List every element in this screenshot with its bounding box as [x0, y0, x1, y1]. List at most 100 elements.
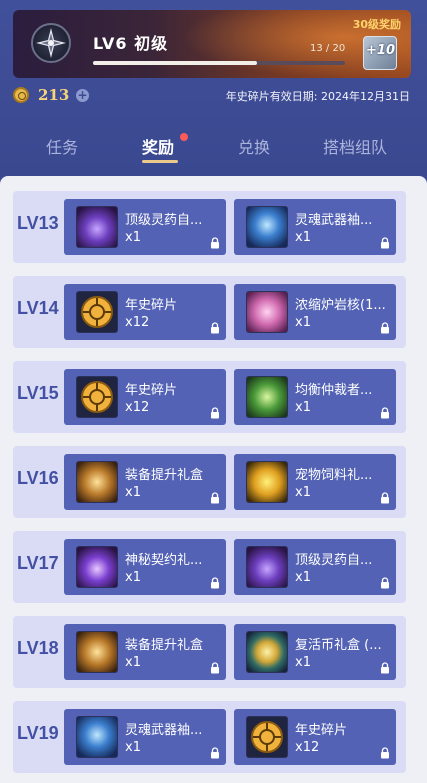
- chronicle-shard-icon: [246, 716, 288, 758]
- gear-box-icon: [76, 631, 118, 673]
- reward-item-name: 复活币礼盒 (...: [295, 638, 382, 653]
- reward-item-card[interactable]: 年史碎片 x12: [64, 369, 226, 425]
- reward-row: LV14 年史碎片 x12 浓缩炉岩核(1... x1: [13, 276, 406, 348]
- reward-item-card[interactable]: 装备提升礼盒 x1: [64, 624, 226, 680]
- lock-icon: [381, 577, 389, 589]
- level-title: LV6 初级: [93, 34, 169, 53]
- soul-orb-icon: [76, 716, 118, 758]
- furnace-core-icon: [246, 291, 288, 333]
- active-tab-indicator: [142, 160, 178, 163]
- level-banner[interactable]: LV6 初级 13 / 20 30级奖励 +10: [13, 10, 411, 78]
- reward-item-card[interactable]: 浓缩炉岩核(1... x1: [234, 284, 396, 340]
- reward-item-quantity: x1: [125, 655, 141, 670]
- reward-row: LV19 灵魂武器袖... x1 年史碎片 x12: [13, 701, 406, 773]
- level-progress-fill: [93, 61, 257, 65]
- reward-item-card[interactable]: 宠物饲料礼... x1: [234, 454, 396, 510]
- elixir-chest-icon: [76, 206, 118, 248]
- reward-row: LV16 装备提升礼盒 x1 宠物饲料礼... x1: [13, 446, 406, 518]
- add-currency-button[interactable]: +: [76, 89, 89, 102]
- reward-item-name: 灵魂武器袖...: [295, 213, 373, 228]
- lock-icon: [211, 237, 219, 249]
- level-label: LV13: [17, 213, 59, 233]
- soul-orb-icon: [246, 206, 288, 248]
- reward-item-card[interactable]: 灵魂武器袖... x1: [64, 709, 226, 765]
- reward-item-quantity: x12: [125, 400, 150, 415]
- level-label: LV16: [17, 468, 59, 488]
- level-label: LV18: [17, 638, 59, 658]
- reward-item-card[interactable]: 年史碎片 x12: [234, 709, 396, 765]
- lock-icon: [211, 577, 219, 589]
- reward-item-name: 年史碎片: [295, 723, 348, 738]
- reward-item-quantity: x1: [295, 570, 311, 585]
- reward-item-quantity: x1: [125, 570, 141, 585]
- reward-list[interactable]: LV13 顶级灵药自... x1 灵魂武器袖... x1 LV14 年史碎片 x12 浓缩炉岩核…: [0, 176, 427, 783]
- revive-coin-icon: [246, 631, 288, 673]
- reward-item-name: 装备提升礼盒: [125, 468, 204, 483]
- reward-item-quantity: x1: [295, 485, 311, 500]
- header-area: LV6 初级 13 / 20 30级奖励 +10 213 + 年史碎片有效日期:…: [0, 0, 427, 176]
- notification-dot: [180, 133, 188, 141]
- reward-item-name: 年史碎片: [125, 383, 178, 398]
- reward-item-quantity: x1: [125, 740, 141, 755]
- tab-tasks[interactable]: 任务: [46, 134, 78, 158]
- reward-item-card[interactable]: 装备提升礼盒 x1: [64, 454, 226, 510]
- chronicle-shard-icon: [76, 291, 118, 333]
- compass-emblem-icon: [31, 23, 71, 63]
- reward-item-quantity: x1: [125, 230, 141, 245]
- reward-row: LV13 顶级灵药自... x1 灵魂武器袖... x1: [13, 191, 406, 263]
- reward-item-card[interactable]: 顶级灵药自... x1: [234, 539, 396, 595]
- lock-icon: [211, 662, 219, 674]
- tab-partner-team[interactable]: 搭档组队: [323, 134, 387, 158]
- expiry-notice: 年史碎片有效日期: 2024年12月31日: [225, 90, 410, 103]
- reward-item-name: 宠物饲料礼...: [295, 468, 373, 483]
- chronicle-shard-icon: [76, 376, 118, 418]
- lock-icon: [381, 322, 389, 334]
- reward-item-quantity: x12: [295, 740, 320, 755]
- reward-item-card[interactable]: 神秘契约礼... x1: [64, 539, 226, 595]
- lock-icon: [381, 237, 389, 249]
- reward-item-name: 神秘契约礼...: [125, 553, 203, 568]
- reward-item-card[interactable]: 年史碎片 x12: [64, 284, 226, 340]
- level-progress-bar: [93, 61, 345, 65]
- reward-item-name: 顶级灵药自...: [125, 213, 203, 228]
- reward-item-name: 装备提升礼盒: [125, 638, 204, 653]
- lock-icon: [381, 407, 389, 419]
- tab-rewards[interactable]: 奖励: [142, 134, 174, 158]
- reward-item-quantity: x1: [295, 400, 311, 415]
- reward-row: LV18 装备提升礼盒 x1 复活币礼盒 (... x1: [13, 616, 406, 688]
- reward-row: LV17 神秘契约礼... x1 顶级灵药自... x1: [13, 531, 406, 603]
- reward-item-quantity: x1: [295, 230, 311, 245]
- lock-icon: [211, 492, 219, 504]
- reward-item-name: 浓缩炉岩核(1...: [295, 298, 386, 313]
- reward-item-card[interactable]: 灵魂武器袖... x1: [234, 199, 396, 255]
- reward-row: LV15 年史碎片 x12 均衡仲裁者... x1: [13, 361, 406, 433]
- level-label: LV14: [17, 298, 59, 318]
- lock-icon: [381, 492, 389, 504]
- level-label: LV17: [17, 553, 59, 573]
- reward-item-quantity: x12: [125, 315, 150, 330]
- reward-item-name: 年史碎片: [125, 298, 178, 313]
- reward-item-card[interactable]: 复活币礼盒 (... x1: [234, 624, 396, 680]
- mystic-bag-icon: [76, 546, 118, 588]
- reward-item-name: 灵魂武器袖...: [125, 723, 203, 738]
- arbiter-emblem-icon: [246, 376, 288, 418]
- lock-icon: [211, 322, 219, 334]
- reward-item-quantity: x1: [295, 315, 311, 330]
- chest-label: +10: [366, 43, 395, 58]
- currency-amount: 213: [38, 86, 70, 104]
- lock-icon: [381, 747, 389, 759]
- elixir-chest-icon: [246, 546, 288, 588]
- lock-icon: [211, 407, 219, 419]
- gear-box-icon: [76, 461, 118, 503]
- progress-text: 13 / 20: [310, 43, 346, 54]
- reward-item-card[interactable]: 顶级灵药自... x1: [64, 199, 226, 255]
- level30-reward-label: 30级奖励: [352, 18, 401, 31]
- level-label: LV15: [17, 383, 59, 403]
- level30-reward-chest-icon[interactable]: +10: [363, 36, 397, 70]
- reward-item-name: 均衡仲裁者...: [295, 383, 373, 398]
- reward-item-card[interactable]: 均衡仲裁者... x1: [234, 369, 396, 425]
- level-label: LV19: [17, 723, 59, 743]
- lock-icon: [211, 747, 219, 759]
- tab-exchange[interactable]: 兑换: [238, 134, 270, 158]
- reward-item-quantity: x1: [295, 655, 311, 670]
